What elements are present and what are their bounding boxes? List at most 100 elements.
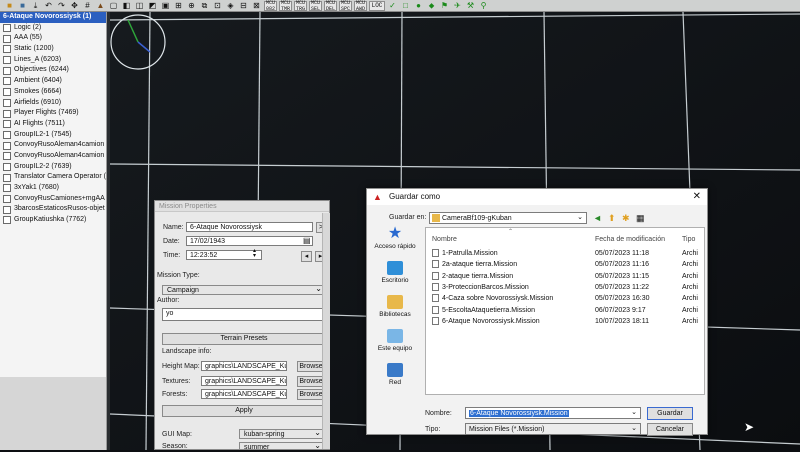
save-in-select[interactable]: CameraBf109-gKuban ⌄ <box>429 212 587 224</box>
select-icon[interactable]: ◫ <box>134 1 145 11</box>
tree-item[interactable]: Airfields (6910) <box>0 98 106 109</box>
prev-button[interactable]: ◂ <box>301 251 312 262</box>
terrain-presets-button[interactable]: Terrain Presets <box>162 333 326 345</box>
tool-icon[interactable]: ⚒ <box>465 1 476 11</box>
checkbox-icon[interactable] <box>3 56 11 65</box>
mission-type-select[interactable]: Campaign <box>162 284 326 295</box>
tree-item[interactable]: GroupIL2-2 (7639) <box>0 162 106 173</box>
file-row[interactable]: 3-ProteccionBarcos.Mission 05/07/2023 11:… <box>432 282 702 293</box>
apply-button[interactable]: Apply <box>162 405 326 417</box>
grid-icon[interactable]: # <box>82 1 93 11</box>
back-icon[interactable]: ◄ <box>593 213 602 223</box>
place-network[interactable]: Red <box>369 363 421 386</box>
marker-icon[interactable]: ⚲ <box>478 1 489 11</box>
move-icon[interactable]: ✥ <box>69 1 80 11</box>
camera-icon[interactable]: ◩ <box>147 1 158 11</box>
tree-item[interactable]: GroupIL2-1 (7545) <box>0 130 106 141</box>
tree-item[interactable]: Static (1200) <box>0 44 106 55</box>
new-folder-icon[interactable]: ✱ <box>622 213 630 224</box>
checkbox-icon[interactable] <box>3 88 11 97</box>
time-spinner-icon[interactable]: ▴ ▾ <box>253 248 256 259</box>
checkbox-icon[interactable] <box>3 152 11 161</box>
layer-icon[interactable]: ⧉ <box>199 1 210 11</box>
hide-icon[interactable]: ◧ <box>121 1 132 11</box>
column-name[interactable]: Nombre <box>432 236 457 243</box>
trigger-icon[interactable]: ⊟ <box>238 1 249 11</box>
forests-field[interactable]: graphics\LANDSCAPE_Kuba <box>201 389 287 399</box>
pin-icon[interactable]: ⬥ <box>426 1 437 11</box>
folder-icon[interactable]: ■ <box>4 1 15 11</box>
mcu-button-5[interactable]: MCU DEL <box>324 0 337 12</box>
square-icon[interactable]: □ <box>400 1 411 11</box>
checkbox-icon[interactable] <box>3 34 11 43</box>
plane-icon[interactable]: ✈ <box>452 1 463 11</box>
column-date[interactable]: Fecha de modificación <box>595 236 665 243</box>
name-field[interactable]: 6-Ataque Novorossiysk <box>186 222 313 232</box>
place-this-pc[interactable]: Este equipo <box>369 329 421 352</box>
checkbox-icon[interactable] <box>3 184 11 193</box>
checkbox-icon[interactable] <box>3 120 11 129</box>
file-row[interactable]: 5-EscoltaAtaquetierra.Mission 06/07/2023 … <box>432 305 702 316</box>
checkbox-icon[interactable] <box>3 205 11 214</box>
mcu-button-1[interactable]: MCU 082 <box>264 0 277 12</box>
cancel-button[interactable]: Cancelar <box>647 423 693 436</box>
export-icon[interactable]: ⤓ <box>30 1 41 11</box>
gui-map-select[interactable]: kuban-spring <box>239 428 325 439</box>
view-menu-icon[interactable]: ▦ <box>636 213 645 224</box>
checkbox-icon[interactable] <box>3 130 11 139</box>
tree-item[interactable]: GroupKatiushka (7762) <box>0 215 106 226</box>
forests-browse-button[interactable]: Browse <box>297 389 325 400</box>
dot-icon[interactable]: ● <box>413 1 424 11</box>
file-row[interactable]: 4-Caza sobre Novorossiysk.Mission 05/07/2… <box>432 293 702 304</box>
checkbox-icon[interactable] <box>3 77 11 86</box>
object-icon[interactable]: ▲ <box>95 1 106 11</box>
checkbox-icon[interactable] <box>3 141 11 150</box>
check-icon[interactable]: ✓ <box>387 1 398 11</box>
close-icon[interactable]: ✕ <box>693 191 701 202</box>
save-icon[interactable]: ■ <box>17 1 28 11</box>
timer-icon[interactable]: ⊠ <box>251 1 262 11</box>
checkbox-icon[interactable] <box>3 66 11 75</box>
mcu-icon[interactable]: ▣ <box>160 1 171 11</box>
redo-icon[interactable]: ↷ <box>56 1 67 11</box>
file-list[interactable]: Nombre Fecha de modificación Tipo ⌃ 1-Pa… <box>425 227 705 395</box>
checkbox-icon[interactable] <box>3 98 11 107</box>
filename-field[interactable]: 6-Ataque Novorossiysk.Mission ⌄ <box>465 407 641 419</box>
textures-field[interactable]: graphics\LANDSCAPE_Kuba <box>201 376 287 386</box>
mcu-button-7[interactable]: MCU AWD <box>354 0 367 12</box>
tree-item[interactable]: AAA (55) <box>0 33 106 44</box>
checkbox-icon[interactable] <box>3 24 11 33</box>
file-row[interactable]: 1-Patrulla.Mission 05/07/2023 11:18 Archi <box>432 248 702 259</box>
up-folder-icon[interactable]: ⬆ <box>608 213 616 224</box>
tree-item[interactable]: ConvoyRusCamiones+mgAA <box>0 194 106 205</box>
mcu-button-6[interactable]: MCU SPC <box>339 0 352 12</box>
checkbox-icon[interactable] <box>3 216 11 225</box>
height-map-field[interactable]: graphics\LANDSCAPE_Kuba <box>201 361 287 371</box>
link-icon[interactable]: ⊞ <box>173 1 184 11</box>
filetype-select[interactable]: Mission Files (*.Mission) ⌄ <box>465 423 641 435</box>
tree-item[interactable]: Translator Camera Operator ( <box>0 172 106 183</box>
flag-icon[interactable]: ⚑ <box>439 1 450 11</box>
waypoint-icon[interactable]: ◈ <box>225 1 236 11</box>
file-row[interactable]: 2-ataque tierra.Mission 05/07/2023 11:15 A… <box>432 271 702 282</box>
mcu-button-3[interactable]: MCU TRG <box>294 0 307 12</box>
mcu-button-4[interactable]: MCU SEL <box>309 0 322 12</box>
lock-icon[interactable]: ▢ <box>108 1 119 11</box>
file-row[interactable]: 2a-ataque tierra.Mission 05/07/2023 11:16… <box>432 259 702 270</box>
height-map-browse-button[interactable]: Browse <box>297 361 325 372</box>
group-icon[interactable]: ⊡ <box>212 1 223 11</box>
checkbox-icon[interactable] <box>3 173 11 182</box>
tree-item[interactable]: Smokes (6664) <box>0 87 106 98</box>
tree-item[interactable]: Objectives (6244) <box>0 65 106 76</box>
checkbox-icon[interactable] <box>3 162 11 171</box>
time-field[interactable]: 12:23:52 <box>186 250 262 260</box>
undo-icon[interactable]: ↶ <box>43 1 54 11</box>
tree-item[interactable]: 3barcosEstaticosRusos-objet <box>0 204 106 215</box>
panel-scrollbar[interactable] <box>322 213 330 449</box>
file-row[interactable]: 6-Ataque Novorossiysk.Mission 10/07/2023 … <box>432 316 702 327</box>
place-quick-access[interactable]: ★ Acceso rápido <box>369 226 421 251</box>
checkbox-icon[interactable] <box>3 45 11 54</box>
save-button[interactable]: Guardar <box>647 407 693 420</box>
tree-item[interactable]: ConvoyRusoAleman4camion <box>0 140 106 151</box>
loc-button[interactable]: LOC <box>369 0 385 11</box>
